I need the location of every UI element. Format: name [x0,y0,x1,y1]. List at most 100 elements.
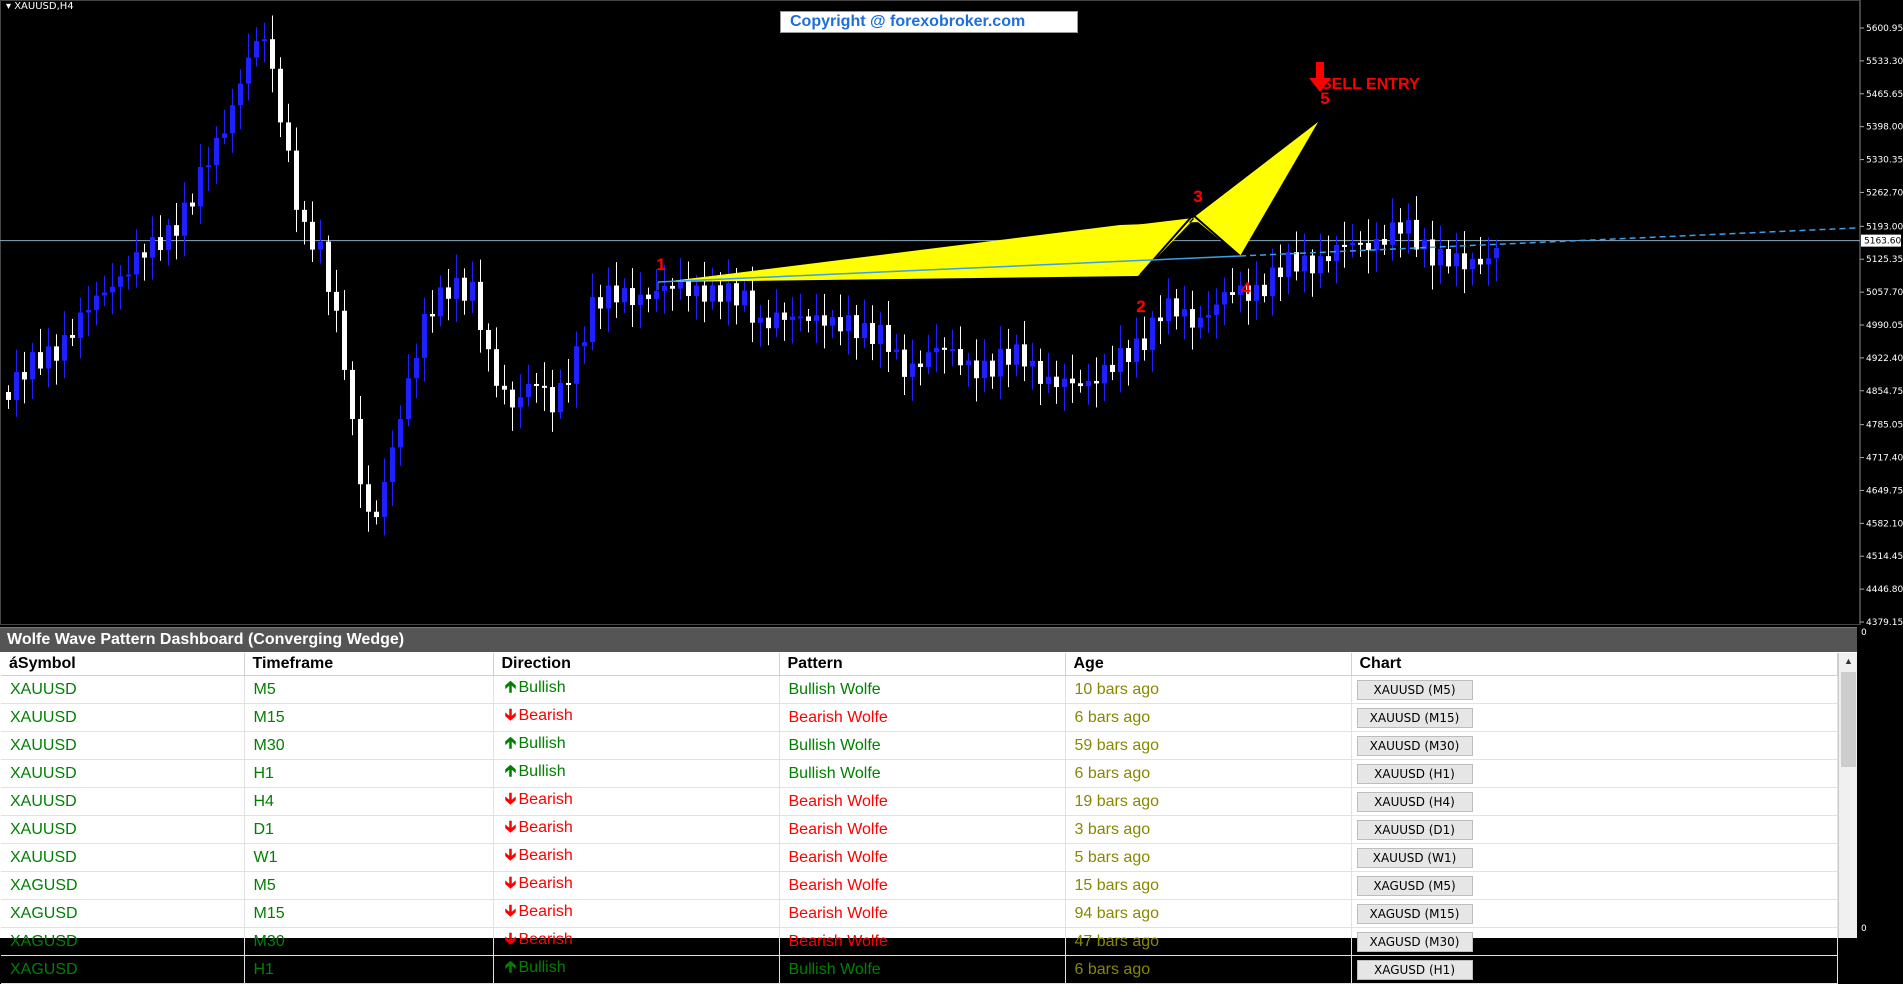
candle-body [102,292,107,296]
candle-body [1382,239,1387,245]
candle-body [30,352,35,380]
table-row[interactable]: XAGUSD M30 🡳 Bearish Bearish Wolfe 47 bars ag… [1,927,1838,956]
candle-body [1262,284,1267,297]
open-chart-button[interactable]: XAGUSD (M15) [1356,903,1473,924]
table-row[interactable]: XAGUSD H1 🡱 Bullish Bullish Wolfe 6 bars ago X… [1,955,1838,984]
candle-body [438,287,443,317]
candle-body [790,316,795,320]
table-row[interactable]: XAGUSD M5 🡳 Bearish Bearish Wolfe 15 bars ago… [1,871,1838,900]
column-header-timeframe[interactable]: Timeframe [244,653,494,676]
candle-body [718,285,723,302]
candle-body [222,133,227,138]
candle-body [1374,239,1379,251]
candle-body [54,346,59,361]
candle-body [750,290,755,323]
open-chart-button[interactable]: XAUUSD (H1) [1356,763,1473,784]
scroll-thumb[interactable] [1841,672,1856,767]
candle-body [14,372,19,400]
pattern-cell: Bearish Wolfe [779,927,1066,956]
candle-body [62,335,67,361]
price-chart[interactable]: 5600.95 5533.30 5465.65 5398.00 5330.35 5262.… [0,0,1903,625]
open-chart-button[interactable]: XAUUSD (D1) [1356,819,1473,840]
candle-body [1478,258,1483,265]
direction-cell: 🡱 Bullish [493,955,780,984]
candle-body [766,317,771,329]
open-chart-button[interactable]: XAUUSD (M30) [1356,735,1473,756]
candle-body [1454,253,1459,267]
candle-body [190,202,195,207]
candle-body [1358,242,1363,245]
candle-body [854,315,859,339]
candle-body [1310,255,1315,274]
candle-body [1094,380,1099,384]
open-chart-button[interactable]: XAUUSD (W1) [1356,847,1473,868]
candle-body [1494,247,1499,259]
candle-body [494,349,499,386]
candle-body [974,360,979,379]
open-chart-button[interactable]: XAUUSD (M5) [1356,679,1473,700]
direction-label: Bearish [518,931,573,948]
table-row[interactable]: XAUUSD M15 🡳 Bearish Bearish Wolfe 6 bars ago… [1,703,1838,732]
column-header-age[interactable]: Age [1065,653,1352,676]
column-header-chart[interactable]: Chart [1351,653,1838,676]
direction-label: Bearish [518,903,573,920]
price-tick-label: 4514.45 [1866,552,1903,562]
pattern-cell: Bullish Wolfe [779,759,1066,788]
open-chart-button[interactable]: XAGUSD (H1) [1356,959,1473,980]
timeframe-cell: M30 [244,731,494,760]
direction-label: Bullish [518,735,566,752]
direction-cell: 🡱 Bullish [493,675,780,704]
timeframe-cell: H1 [244,759,494,788]
candle-body [806,316,811,321]
pattern-cell: Bearish Wolfe [779,787,1066,816]
chart-cell: XAUUSD (M30) [1351,731,1838,760]
candle-body [1198,317,1203,328]
axis-zero-label-bottom: 0 [1861,924,1867,934]
candle-body [1462,253,1467,270]
candle-body [966,360,971,366]
candle-body [462,277,467,301]
open-chart-button[interactable]: XAUUSD (M15) [1356,707,1473,728]
candle-body [294,150,299,210]
candle-body [862,323,867,339]
chart-cell: XAUUSD (M5) [1351,675,1838,704]
column-header-pattern[interactable]: Pattern [779,653,1066,676]
candle-body [774,312,779,329]
candlestick-chart[interactable]: 5600.95 5533.30 5465.65 5398.00 5330.35 5262.… [0,0,1903,625]
price-tick-label: 4379.15 [1866,618,1903,625]
scroll-up-icon[interactable]: ▲ [1839,653,1858,670]
candle-body [382,482,387,518]
candle-body [1110,364,1115,373]
table-row[interactable]: XAGUSD M15 🡳 Bearish Bearish Wolfe 94 bars ag… [1,899,1838,928]
column-header-direction[interactable]: Direction [493,653,780,676]
table-row[interactable]: XAUUSD M30 🡱 Bullish Bullish Wolfe 59 bars ag… [1,731,1838,760]
open-chart-button[interactable]: XAGUSD (M30) [1356,931,1473,952]
table-row[interactable]: XAUUSD H1 🡱 Bullish Bullish Wolfe 6 bars ago X… [1,759,1838,788]
chart-cell: XAUUSD (W1) [1351,843,1838,872]
candle-body [1398,222,1403,234]
symbol-cell: XAUUSD [1,843,245,872]
direction-label: Bullish [518,679,566,696]
candle-body [630,288,635,306]
open-chart-button[interactable]: XAGUSD (M5) [1356,875,1473,896]
candle-body [110,286,115,293]
age-cell: 59 bars ago [1065,731,1352,760]
candle-body [158,237,163,251]
table-row[interactable]: XAUUSD M5 🡱 Bullish Bullish Wolfe 10 bars ago… [1,675,1838,704]
candle-body [238,83,243,106]
candle-body [22,372,27,380]
table-row[interactable]: XAUUSD W1 🡳 Bearish Bearish Wolfe 5 bars ago X… [1,843,1838,872]
column-header-symbol[interactable]: áSymbol [1,653,245,676]
candle-body [510,389,515,408]
candle-body [1166,298,1171,322]
timeframe-cell: H1 [244,955,494,984]
candle-body [726,283,731,302]
candle-body [318,241,323,250]
open-chart-button[interactable]: XAUUSD (H4) [1356,791,1473,812]
age-cell: 6 bars ago [1065,955,1352,984]
table-row[interactable]: XAUUSD D1 🡳 Bearish Bearish Wolfe 3 bars ago X… [1,815,1838,844]
arrow-up-icon: 🡱 [504,735,517,752]
vertical-scrollbar[interactable]: ▲ [1838,653,1858,938]
table-row[interactable]: XAUUSD H4 🡳 Bearish Bearish Wolfe 19 bars ago… [1,787,1838,816]
price-tick-label: 5262.70 [1866,188,1903,198]
